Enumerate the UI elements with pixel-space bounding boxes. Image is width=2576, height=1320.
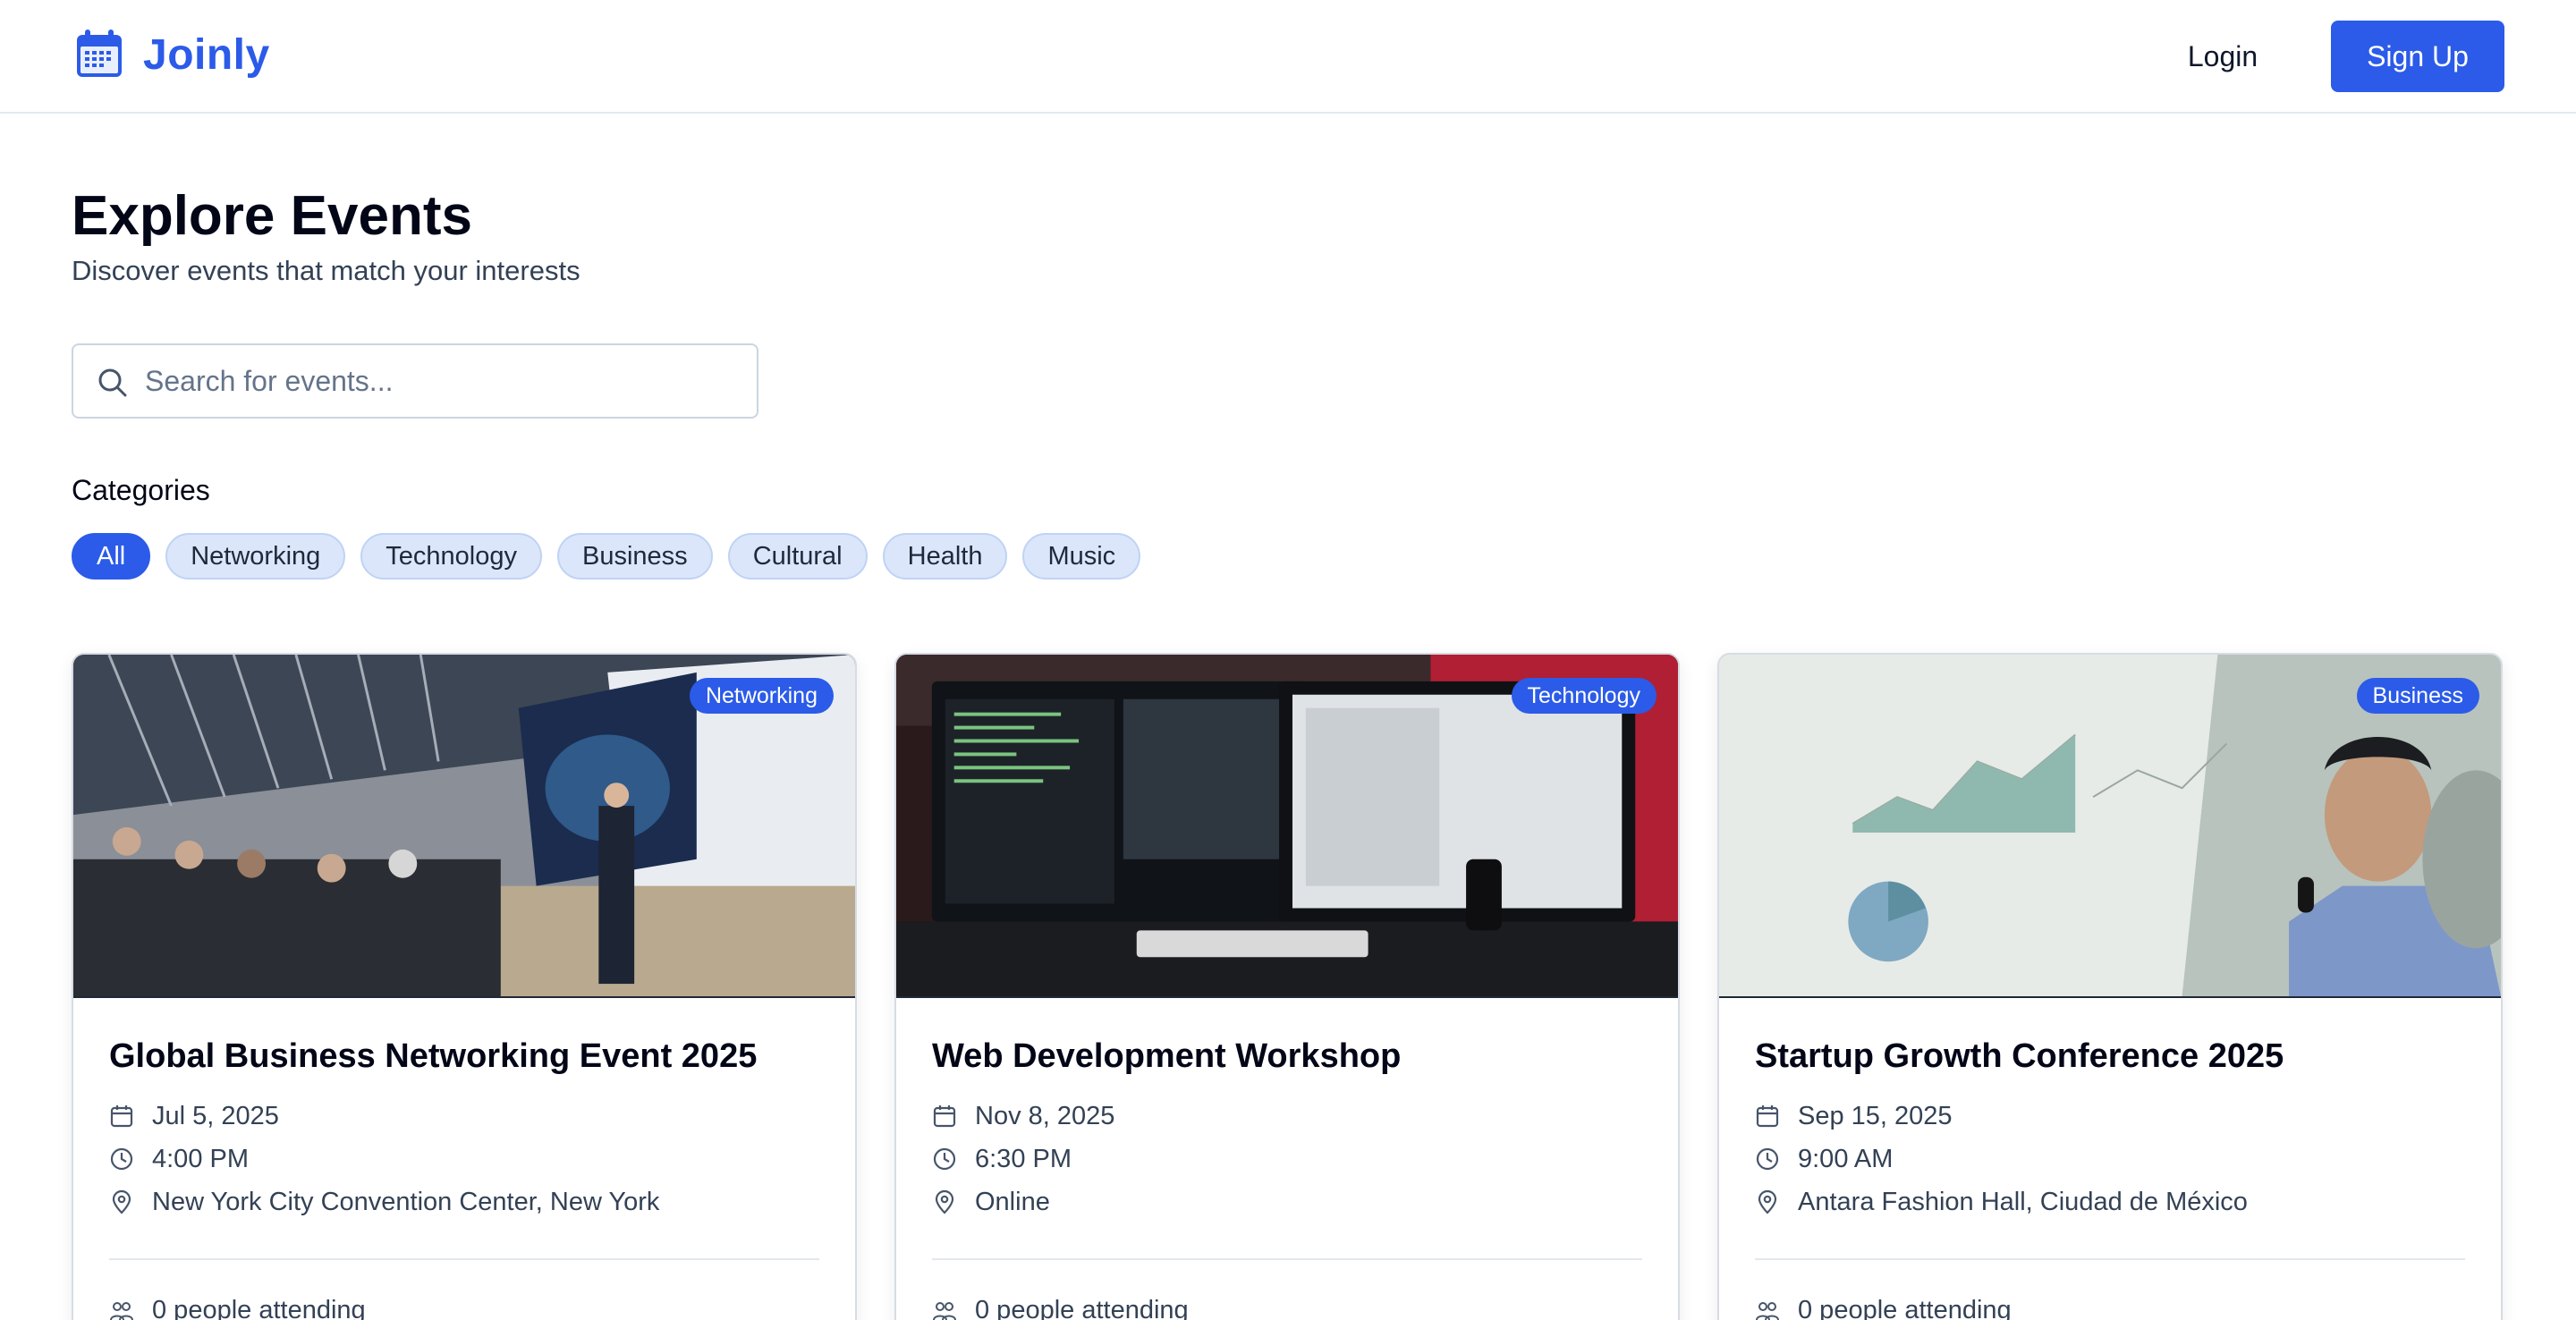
map-pin-icon	[935, 1189, 954, 1214]
attending-count: 0 people attending	[975, 1296, 1189, 1320]
event-time: 9:00 AM	[1798, 1144, 1894, 1173]
event-location: Online	[975, 1187, 1050, 1216]
map-pin-icon	[1758, 1189, 1777, 1214]
page-subtitle: Discover events that match your interest…	[72, 255, 580, 286]
category-chip-all[interactable]: All	[72, 533, 151, 580]
map-pin-icon	[112, 1189, 131, 1214]
people-icon	[110, 1301, 133, 1320]
signup-button[interactable]: Sign Up	[2331, 21, 2504, 92]
clock-icon	[933, 1147, 956, 1171]
calendar-icon	[110, 1105, 133, 1128]
attending-count: 0 people attending	[1798, 1296, 2012, 1320]
clock-icon	[110, 1147, 133, 1171]
category-chip-technology[interactable]: Technology	[360, 533, 543, 580]
category-badge: Technology	[1511, 678, 1657, 714]
event-card[interactable]: Business Startup Growth Conference 2025 …	[1717, 653, 2503, 1320]
event-title: Web Development Workshop	[932, 1037, 1402, 1075]
search-box	[72, 343, 758, 419]
event-title: Global Business Networking Event 2025	[109, 1037, 758, 1075]
event-card[interactable]: Technology Web Development Workshop Nov …	[894, 653, 1680, 1320]
category-filter-list: All Networking Technology Business Cultu…	[72, 533, 1141, 580]
event-image: Technology	[896, 655, 1678, 998]
card-divider	[932, 1258, 1642, 1260]
card-divider	[1755, 1258, 2465, 1260]
category-chip-health[interactable]: Health	[882, 533, 1008, 580]
top-navbar: Joinly Login Sign Up	[0, 0, 2576, 114]
event-time: 4:00 PM	[152, 1144, 249, 1173]
event-location: New York City Convention Center, New Yor…	[152, 1187, 660, 1216]
event-image: Networking	[73, 655, 855, 998]
people-icon	[1756, 1301, 1779, 1320]
event-date: Nov 8, 2025	[975, 1101, 1115, 1130]
search-input[interactable]	[145, 347, 744, 415]
people-icon	[933, 1301, 956, 1320]
category-badge: Networking	[689, 678, 834, 714]
event-date: Sep 15, 2025	[1798, 1101, 1953, 1130]
category-chip-music[interactable]: Music	[1022, 533, 1141, 580]
login-button[interactable]: Login	[2165, 20, 2281, 93]
card-divider	[109, 1258, 819, 1260]
event-card[interactable]: Networking Global Business Networking Ev…	[72, 653, 857, 1320]
event-location: Antara Fashion Hall, Ciudad de México	[1798, 1187, 2248, 1216]
event-time: 6:30 PM	[975, 1144, 1072, 1173]
calendar-icon	[77, 30, 122, 77]
calendar-icon	[933, 1105, 956, 1128]
brand-logo-link[interactable]: Joinly	[72, 27, 270, 82]
categories-label: Categories	[72, 474, 210, 506]
category-badge: Business	[2356, 678, 2479, 714]
attending-count: 0 people attending	[152, 1296, 366, 1320]
page-title: Explore Events	[72, 185, 472, 247]
category-chip-cultural[interactable]: Cultural	[727, 533, 868, 580]
clock-icon	[1756, 1147, 1779, 1171]
brand-name: Joinly	[143, 30, 270, 79]
event-title: Startup Growth Conference 2025	[1755, 1037, 2284, 1075]
event-image: Business	[1719, 655, 2501, 998]
category-chip-networking[interactable]: Networking	[165, 533, 346, 580]
category-chip-business[interactable]: Business	[557, 533, 713, 580]
search-icon	[98, 368, 127, 397]
event-date: Jul 5, 2025	[152, 1101, 279, 1130]
calendar-icon	[1756, 1105, 1779, 1128]
